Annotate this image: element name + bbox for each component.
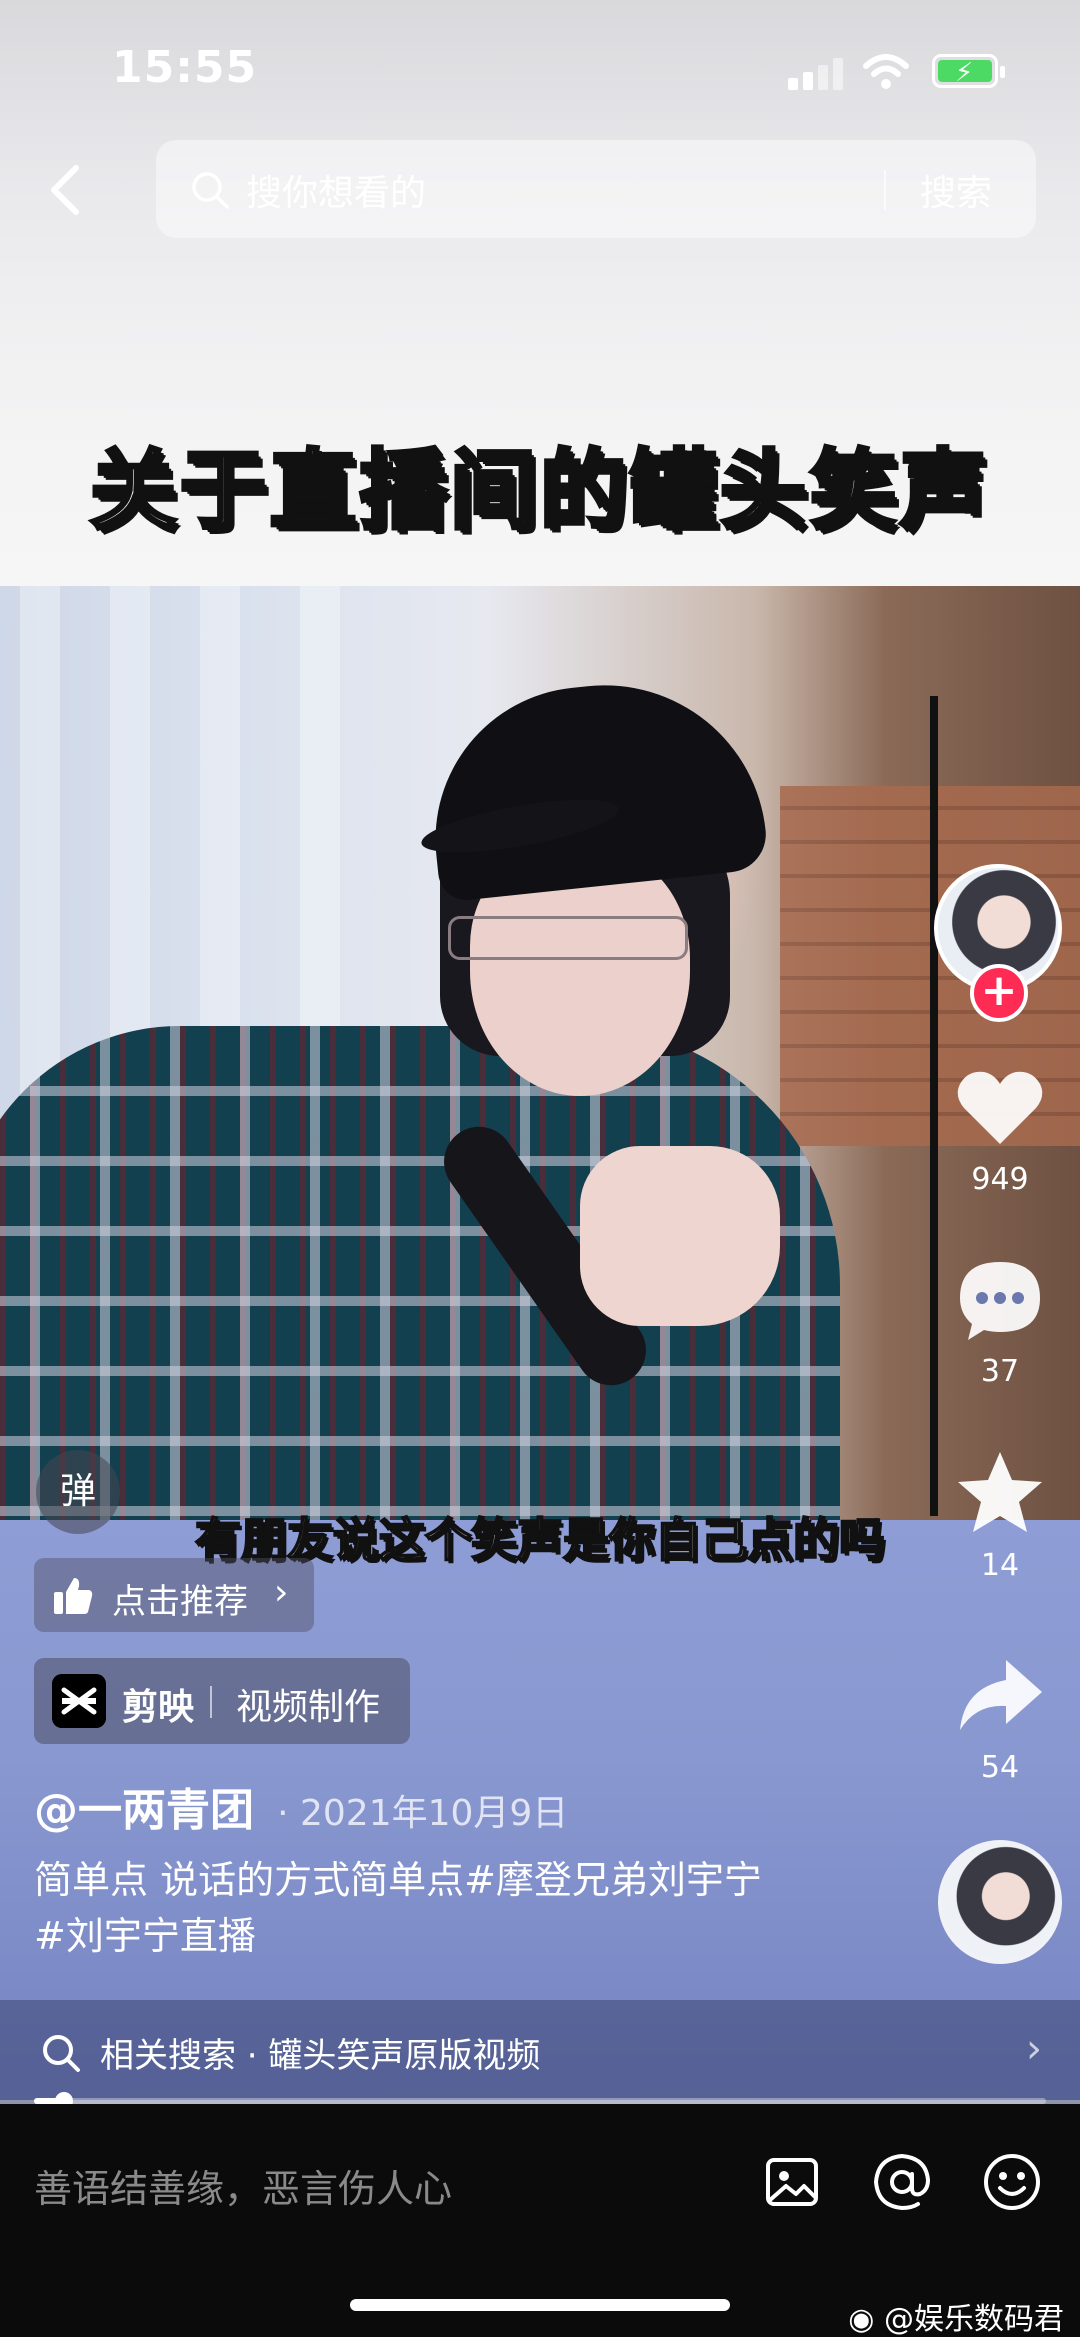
divider bbox=[884, 170, 886, 210]
status-time: 15:55 bbox=[112, 42, 258, 93]
comment-bar: 善语结善缘，恶言伤人心 ◉ @娱乐数码君 bbox=[0, 2104, 1080, 2337]
share-icon bbox=[960, 1660, 1042, 1730]
capcut-link[interactable]: 剪映 视频制作 bbox=[34, 1658, 410, 1744]
search-placeholder: 搜你想看的 bbox=[246, 173, 427, 214]
like-button[interactable]: 949 bbox=[930, 1060, 1070, 1197]
like-count: 949 bbox=[971, 1162, 1029, 1197]
weibo-icon: ◉ bbox=[848, 2302, 875, 2337]
home-indicator bbox=[350, 2299, 730, 2311]
comment-icon bbox=[960, 1262, 1040, 1340]
wifi-icon bbox=[863, 54, 909, 89]
related-search-label: 相关搜索 · 罐头笑声原版视频 bbox=[100, 2036, 541, 2076]
favorite-count: 14 bbox=[980, 1548, 1020, 1583]
caption-line: 简单点 说话的方式简单点#摩登兄弟刘宇宁 bbox=[34, 1858, 762, 1902]
chevron-right-icon: › bbox=[1026, 2026, 1042, 2072]
danmaku-toggle-button[interactable]: 弹 bbox=[36, 1450, 120, 1534]
image-icon[interactable] bbox=[760, 2150, 824, 2214]
signal-icon bbox=[788, 58, 844, 90]
emoji-icon[interactable] bbox=[980, 2150, 1044, 2214]
search-button[interactable]: 搜索 bbox=[920, 164, 992, 216]
watermark: ◉ @娱乐数码君 bbox=[848, 2294, 1064, 2337]
capcut-desc: 视频制作 bbox=[236, 1687, 381, 1728]
video-screen: 15:55 ⚡ 搜你想看的 搜索 关于直播间的罐头笑声 有朋友说这个笑声是你自己… bbox=[0, 0, 1080, 2337]
search-input[interactable]: 搜你想看的 搜索 bbox=[156, 140, 1036, 238]
caption-hashtag-line[interactable]: #刘宇宁直播 bbox=[34, 1908, 914, 1964]
follow-button[interactable]: + bbox=[970, 964, 1028, 1022]
comment-input[interactable]: 善语结善缘，恶言伤人心 bbox=[34, 2158, 452, 2213]
thumb-up-icon bbox=[54, 1578, 93, 1614]
recommend-button[interactable]: 点击推荐 › bbox=[34, 1558, 314, 1632]
video-person-cap bbox=[420, 669, 770, 903]
search-icon bbox=[192, 172, 229, 209]
post-date: · 2021年10月9日 bbox=[277, 1793, 569, 1834]
author-name[interactable]: @一两青团 bbox=[34, 1785, 254, 1836]
comment-button[interactable]: 37 bbox=[930, 1252, 1070, 1389]
related-search-bar[interactable]: 相关搜索 · 罐头笑声原版视频 › bbox=[0, 2000, 1080, 2104]
music-disc[interactable] bbox=[938, 1840, 1062, 1964]
battery-icon: ⚡ bbox=[932, 54, 1005, 88]
heart-icon bbox=[957, 1071, 1043, 1144]
capcut-logo-icon bbox=[52, 1674, 106, 1728]
comment-count: 37 bbox=[980, 1354, 1020, 1389]
post-caption: 简单点 说话的方式简单点#摩登兄弟刘宇宁 #刘宇宁直播 bbox=[34, 1852, 914, 1964]
star-icon bbox=[958, 1452, 1042, 1532]
author-line: @一两青团 · 2021年10月9日 bbox=[34, 1774, 568, 1836]
search-icon bbox=[43, 2035, 80, 2072]
favorite-button[interactable]: 14 bbox=[930, 1446, 1070, 1583]
share-count: 54 bbox=[980, 1750, 1020, 1785]
watermark-text: @娱乐数码君 bbox=[884, 2302, 1064, 2337]
capcut-name: 剪映 bbox=[122, 1687, 195, 1728]
at-icon[interactable] bbox=[870, 2150, 934, 2214]
back-button[interactable] bbox=[38, 160, 98, 220]
chevron-right-icon: › bbox=[274, 1572, 289, 1613]
share-button[interactable]: 54 bbox=[930, 1648, 1070, 1785]
recommend-label: 点击推荐 bbox=[112, 1582, 248, 1622]
divider bbox=[210, 1686, 212, 1718]
status-bar: 15:55 ⚡ bbox=[0, 0, 1080, 140]
video-player[interactable] bbox=[0, 586, 1080, 1520]
video-title: 关于直播间的罐头笑声 bbox=[88, 439, 990, 543]
